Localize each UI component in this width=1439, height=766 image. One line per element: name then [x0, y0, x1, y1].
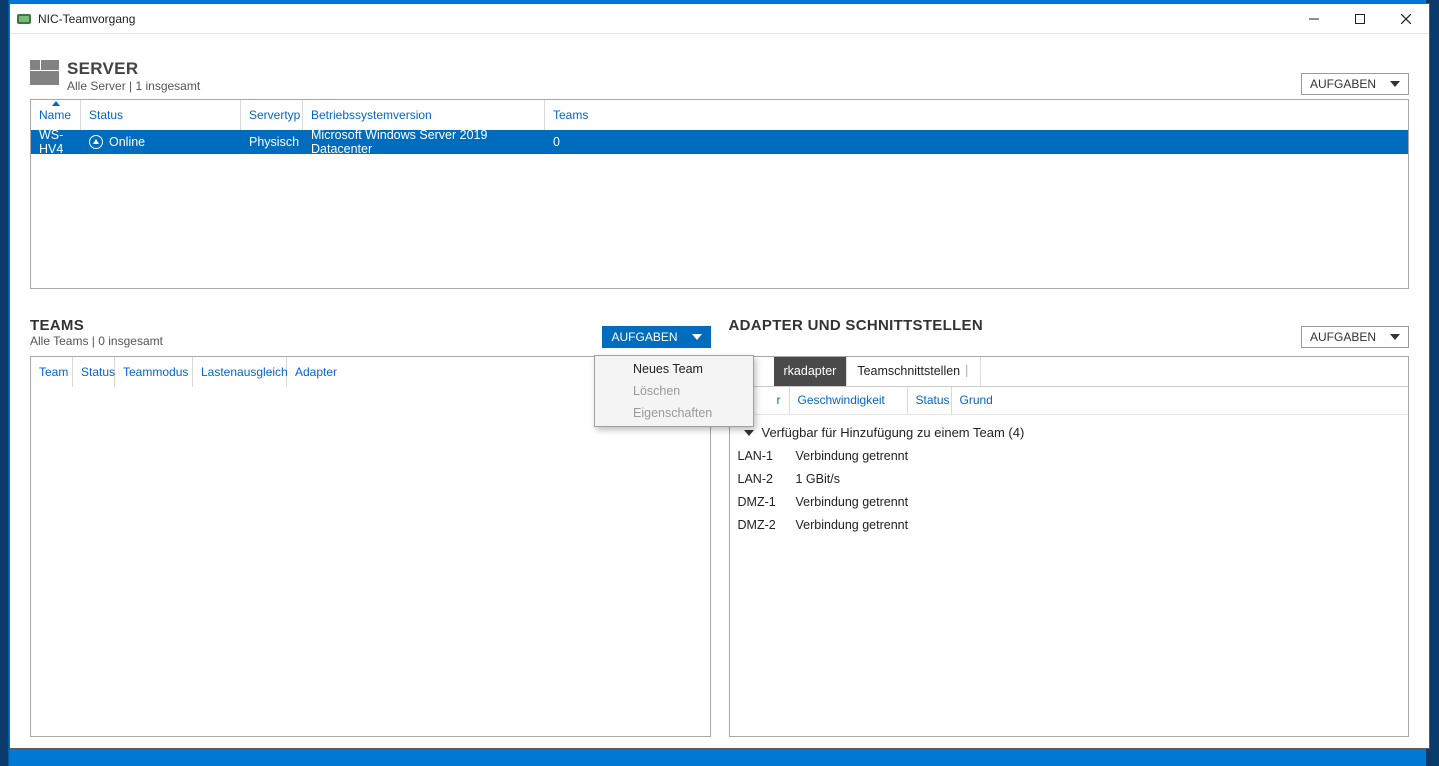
teams-title: TEAMS: [30, 317, 163, 334]
col-status: Status: [81, 365, 115, 379]
server-os: Microsoft Windows Server 2019 Datacenter: [311, 130, 537, 156]
server-name: WS-HV4: [39, 130, 73, 156]
menu-new-team[interactable]: Neues Team: [595, 358, 753, 380]
adapter-group-label: Verfügbar für Hinzufügung zu einem Team …: [762, 425, 1025, 440]
titlebar: NIC-Teamvorgang: [10, 4, 1429, 34]
text-cursor-icon: │: [964, 366, 970, 377]
app-icon: [16, 11, 32, 27]
adapter-group-row[interactable]: Verfügbar für Hinzufügung zu einem Team …: [730, 421, 1409, 445]
adapters-tabbar: rkadapter Teamschnittstellen │: [730, 357, 1409, 387]
server-grid: Name Status Servertyp Betriebssystemvers…: [30, 99, 1409, 289]
col-adapter-tail: r: [777, 393, 781, 407]
chevron-down-icon: [692, 334, 702, 340]
col-status: Status: [916, 393, 950, 407]
adapter-row[interactable]: DMZ-1 Verbindung getrennt: [730, 491, 1409, 514]
tasks-label: AUFGABEN: [1310, 330, 1376, 344]
adapter-speed: Verbindung getrennt: [788, 449, 909, 463]
server-teams: 0: [553, 135, 560, 149]
col-osver: Betriebssystemversion: [311, 108, 432, 122]
tasks-label: AUFGABEN: [611, 330, 677, 344]
server-section-header: SERVER Alle Server | 1 insgesamt AUFGABE…: [30, 60, 1409, 95]
col-team: Team: [39, 365, 68, 379]
menu-delete: Löschen: [595, 380, 753, 402]
adapters-tasks-button[interactable]: AUFGABEN: [1301, 326, 1409, 348]
server-section-title: SERVER: [67, 60, 200, 79]
adapters-grid: rkadapter Teamschnittstellen │ r Geschwi…: [729, 356, 1410, 737]
adapters-title: ADAPTER UND SCHNITTSTELLEN: [729, 317, 983, 334]
col-mode: Teammodus: [123, 365, 188, 379]
adapter-row[interactable]: LAN-1 Verbindung getrennt: [730, 445, 1409, 468]
adapters-sub-headers[interactable]: r Geschwindigkeit Status Grund: [730, 387, 1409, 415]
window-title: NIC-Teamvorgang: [38, 12, 1291, 26]
col-name: Name: [39, 108, 71, 122]
tab-team-interfaces[interactable]: Teamschnittstellen │: [847, 357, 981, 386]
adapter-name: DMZ-2: [730, 518, 788, 532]
adapter-name: LAN-2: [730, 472, 788, 486]
server-tasks-button[interactable]: AUFGABEN: [1301, 73, 1409, 95]
col-adapter: Adapter: [295, 365, 337, 379]
adapter-name: DMZ-1: [730, 495, 788, 509]
adapter-row[interactable]: LAN-2 1 GBit/s: [730, 468, 1409, 491]
tasks-label: AUFGABEN: [1310, 77, 1376, 91]
server-icon: [30, 60, 59, 85]
adapter-name: LAN-1: [730, 449, 788, 463]
content-area: SERVER Alle Server | 1 insgesamt AUFGABE…: [10, 34, 1429, 748]
close-button[interactable]: [1383, 4, 1429, 33]
teams-panel: TEAMS Alle Teams | 0 insgesamt AUFGABEN …: [30, 317, 711, 737]
app-window: NIC-Teamvorgang SERVER Alle Server | 1: [9, 3, 1430, 749]
server-type: Physisch: [249, 135, 299, 149]
minimize-button[interactable]: [1291, 4, 1337, 33]
adapter-speed: Verbindung getrennt: [788, 495, 909, 509]
col-servertype: Servertyp: [249, 108, 300, 122]
menu-properties: Eigenschaften: [595, 402, 753, 424]
chevron-down-icon: [1390, 334, 1400, 340]
expand-collapse-icon: [744, 430, 754, 436]
col-teams: Teams: [553, 108, 588, 122]
adapter-row[interactable]: DMZ-2 Verbindung getrennt: [730, 514, 1409, 537]
chevron-down-icon: [1390, 81, 1400, 87]
teams-tasks-menu: Neues Team Löschen Eigenschaften: [594, 355, 754, 427]
teams-tasks-button[interactable]: AUFGABEN: [602, 326, 710, 348]
adapters-subtitle: [729, 334, 983, 348]
server-row[interactable]: WS-HV4 Online Physisch Microsoft Windows…: [31, 130, 1408, 154]
tab-network-adapter[interactable]: rkadapter: [774, 357, 848, 386]
adapter-speed: Verbindung getrennt: [788, 518, 909, 532]
col-status: Status: [89, 108, 123, 122]
col-reason: Grund: [960, 393, 993, 407]
server-grid-headers[interactable]: Name Status Servertyp Betriebssystemvers…: [31, 100, 1408, 130]
server-section-subtitle: Alle Server | 1 insgesamt: [67, 79, 200, 93]
sort-ascending-icon: [52, 101, 60, 106]
col-lb: Lastenausgleich: [201, 365, 288, 379]
col-speed: Geschwindigkeit: [798, 393, 885, 407]
window-controls: [1291, 4, 1429, 33]
status-online-icon: [89, 135, 103, 149]
adapter-speed: 1 GBit/s: [788, 472, 840, 486]
server-status: Online: [109, 135, 145, 149]
adapters-panel: ADAPTER UND SCHNITTSTELLEN AUFGABEN rkad…: [729, 317, 1410, 737]
maximize-button[interactable]: [1337, 4, 1383, 33]
teams-subtitle: Alle Teams | 0 insgesamt: [30, 334, 163, 348]
